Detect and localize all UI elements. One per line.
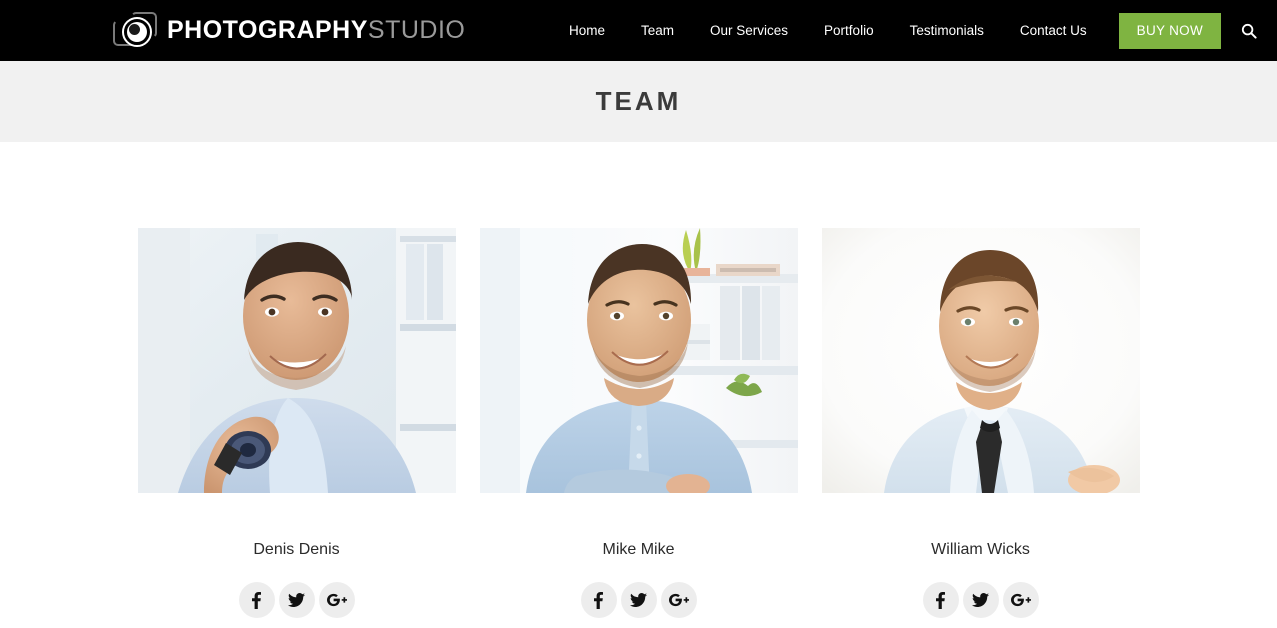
team-section: Denis Denis Mike Mike William Wicks (0, 142, 1277, 618)
social-links (822, 582, 1140, 618)
facebook-icon (936, 591, 945, 609)
twitter-icon (288, 593, 305, 607)
logo-text: PHOTOGRAPHYSTUDIO (167, 18, 465, 43)
nav-item-contact-us[interactable]: Contact Us (1002, 0, 1105, 61)
buy-now-button[interactable]: BUY NOW (1118, 12, 1221, 49)
team-member-photo (479, 228, 798, 493)
google-plus-button[interactable] (318, 582, 355, 618)
logo-text-bold: PHOTOGRAPHY (167, 16, 368, 44)
team-member-card: Denis Denis (137, 228, 456, 618)
site-header: PHOTOGRAPHYSTUDIO Home Team Our Services… (0, 0, 1277, 61)
team-member-photo (821, 228, 1140, 493)
google-plus-icon (1010, 593, 1031, 607)
twitter-icon (972, 593, 989, 607)
team-member-card: Mike Mike (479, 228, 798, 618)
nav-item-our-services[interactable]: Our Services (692, 0, 806, 61)
google-plus-button[interactable] (660, 582, 697, 618)
team-member-photo (137, 228, 456, 493)
team-member-name: Mike Mike (602, 541, 675, 558)
facebook-button[interactable] (922, 582, 959, 618)
facebook-button[interactable] (580, 582, 617, 618)
twitter-button[interactable] (962, 582, 999, 618)
twitter-button[interactable] (620, 582, 657, 618)
search-icon (1241, 23, 1257, 39)
page-title: TEAM (595, 86, 682, 116)
main-navigation: Home Team Our Services Portfolio Testimo… (551, 0, 1277, 61)
team-member-card: William Wicks (821, 228, 1140, 618)
google-plus-button[interactable] (1002, 582, 1039, 618)
team-grid: Denis Denis Mike Mike William Wicks (137, 228, 1140, 618)
nav-item-testimonials[interactable]: Testimonials (892, 0, 1002, 61)
facebook-icon (252, 591, 261, 609)
google-plus-icon (326, 593, 347, 607)
page-banner: TEAM (0, 61, 1277, 142)
social-links (138, 582, 456, 618)
social-links (480, 582, 798, 618)
site-logo[interactable]: PHOTOGRAPHYSTUDIO (113, 0, 465, 61)
twitter-button[interactable] (278, 582, 315, 618)
camera-lens-icon (113, 10, 159, 52)
team-member-name: William Wicks (931, 541, 1030, 558)
search-button[interactable] (1221, 0, 1277, 61)
google-plus-icon (668, 593, 689, 607)
twitter-icon (630, 593, 647, 607)
nav-item-portfolio[interactable]: Portfolio (806, 0, 892, 61)
nav-item-team[interactable]: Team (623, 0, 692, 61)
team-member-name: Denis Denis (253, 541, 340, 558)
logo-text-light: STUDIO (367, 16, 466, 44)
nav-item-home[interactable]: Home (551, 0, 623, 61)
facebook-icon (594, 591, 603, 609)
facebook-button[interactable] (238, 582, 275, 618)
